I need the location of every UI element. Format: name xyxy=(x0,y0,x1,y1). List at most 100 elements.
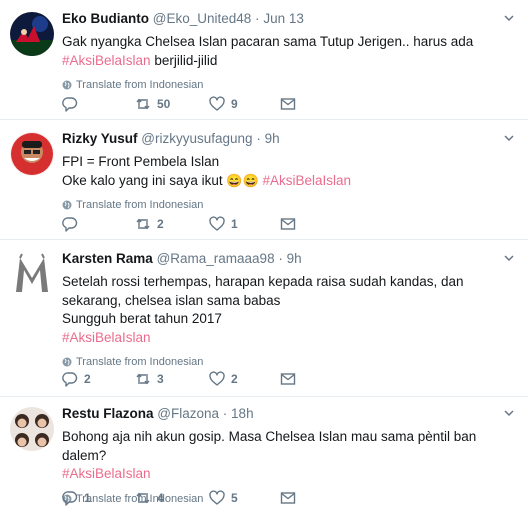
envelope-icon xyxy=(280,492,296,504)
translate-label: Translate from Indonesian xyxy=(76,79,204,92)
chevron-down-icon[interactable] xyxy=(504,13,514,23)
retweet-count: 2 xyxy=(157,217,164,231)
user-name[interactable]: Rizky Yusuf xyxy=(62,131,138,146)
reply-count: 2 xyxy=(84,372,91,386)
retweet-icon xyxy=(136,373,150,385)
envelope-icon xyxy=(280,218,296,230)
tweet-text-line: sekarang, chelsea islan sama babas xyxy=(62,292,281,308)
separator: · xyxy=(222,406,228,421)
retweet-icon xyxy=(136,492,150,504)
retweet-button[interactable]: 50 xyxy=(135,96,170,112)
tweet-text: FPI = Front Pembela Islan Oke kalo yang … xyxy=(62,153,516,190)
direct-message-button[interactable] xyxy=(280,490,302,506)
user-handle[interactable]: @Eko_United48 xyxy=(153,11,252,26)
tweet-actions: 1 4 5 xyxy=(62,490,362,506)
separator: · xyxy=(256,131,261,146)
translate-link[interactable]: Translate from Indonesian xyxy=(62,356,516,368)
tweet-content: Karsten Rama @Rama_ramaaa98 · 9h Setelah… xyxy=(62,251,516,368)
direct-message-button[interactable] xyxy=(280,216,302,232)
tweet-feed: Eko Budianto @Eko_United48 · Jun 13 Gak … xyxy=(0,0,528,518)
translate-link[interactable]: Translate from Indonesian xyxy=(62,199,516,211)
timestamp[interactable]: Jun 13 xyxy=(263,11,304,26)
user-name[interactable]: Karsten Rama xyxy=(62,251,153,266)
reply-button[interactable]: 2 xyxy=(62,371,91,387)
envelope-icon xyxy=(280,373,296,385)
tweet-header: Karsten Rama @Rama_ramaaa98 · 9h xyxy=(62,251,516,267)
tweet[interactable]: Rizky Yusuf @rizkyyusufagung · 9h FPI = … xyxy=(0,120,528,240)
tweet-text-line: Bohong aja nih akun gosip. Masa Chelsea … xyxy=(62,429,477,463)
avatar[interactable] xyxy=(10,12,54,56)
tweet[interactable]: Karsten Rama @Rama_ramaaa98 · 9h Setelah… xyxy=(0,240,528,397)
translate-label: Translate from Indonesian xyxy=(76,199,204,212)
hashtag-link[interactable]: #AksiBelaIslan xyxy=(62,329,516,348)
direct-message-button[interactable] xyxy=(280,371,302,387)
envelope-icon xyxy=(280,98,296,110)
tweet[interactable]: Eko Budianto @Eko_United48 · Jun 13 Gak … xyxy=(0,0,528,120)
tweet-text-fragment: berjilid-jilid xyxy=(150,52,218,68)
reply-button[interactable] xyxy=(62,96,84,112)
like-button[interactable]: 5 xyxy=(209,490,238,506)
timestamp[interactable]: 18h xyxy=(231,406,254,421)
user-handle[interactable]: @rizkyyusufagung xyxy=(141,131,252,146)
reply-icon xyxy=(62,372,78,387)
timestamp[interactable]: 9h xyxy=(287,251,302,266)
like-button[interactable]: 1 xyxy=(209,216,238,232)
retweet-button[interactable]: 2 xyxy=(135,216,164,232)
chevron-down-icon[interactable] xyxy=(504,253,514,263)
retweet-count: 3 xyxy=(157,372,164,386)
tweet-text-line: FPI = Front Pembela Islan xyxy=(62,154,220,169)
user-name[interactable]: Eko Budianto xyxy=(62,11,149,26)
avatar[interactable] xyxy=(10,132,54,176)
tweet[interactable]: Restu Flazona @Flazona · 18h Bohong aja … xyxy=(0,397,528,518)
tweet-text-line: #AksiBelaIslan berjilid-jilid xyxy=(62,52,516,71)
tweet-header: Restu Flazona @Flazona · 18h xyxy=(62,406,516,422)
tweet-header: Eko Budianto @Eko_United48 · Jun 13 xyxy=(62,11,516,27)
tweet-text-line: Setelah rossi terhempas, harapan kepada … xyxy=(62,274,464,289)
like-count: 5 xyxy=(231,491,238,505)
chevron-down-icon[interactable] xyxy=(504,408,514,418)
reply-icon xyxy=(62,217,78,232)
avatar[interactable] xyxy=(10,407,54,451)
translate-label: Translate from Indonesian xyxy=(76,356,204,369)
hashtag-link[interactable]: #AksiBelaIslan xyxy=(62,465,516,484)
tweet-actions: 2 3 2 xyxy=(62,371,362,387)
avatar[interactable] xyxy=(10,252,54,296)
heart-icon xyxy=(209,96,225,111)
reply-button[interactable]: 1 xyxy=(62,490,91,506)
globe-icon xyxy=(62,357,72,367)
timestamp[interactable]: 9h xyxy=(265,131,280,146)
tweet-text: Bohong aja nih akun gosip. Masa Chelsea … xyxy=(62,428,516,484)
direct-message-button[interactable] xyxy=(280,96,302,112)
tweet-header: Rizky Yusuf @rizkyyusufagung · 9h xyxy=(62,131,516,147)
tweet-actions: 2 1 xyxy=(62,216,362,232)
tweet-text-line: Sungguh berat tahun 2017 xyxy=(62,311,222,327)
heart-icon xyxy=(209,490,225,505)
user-handle[interactable]: @Flazona xyxy=(157,406,219,421)
reply-count: 1 xyxy=(84,491,91,505)
hashtag-link[interactable]: #AksiBelaIslan xyxy=(62,53,151,68)
retweet-icon xyxy=(136,218,150,230)
retweet-icon xyxy=(136,98,150,110)
separator: · xyxy=(255,11,260,26)
like-button[interactable]: 2 xyxy=(209,371,238,387)
like-button[interactable]: 9 xyxy=(209,96,238,112)
reply-button[interactable] xyxy=(62,216,84,232)
tweet-text: Gak nyangka Chelsea Islan pacaran sama T… xyxy=(62,33,516,70)
user-handle[interactable]: @Rama_ramaaa98 xyxy=(157,251,275,266)
heart-icon xyxy=(209,371,225,386)
translate-link[interactable]: Translate from Indonesian xyxy=(62,79,516,91)
tweet-text: Setelah rossi terhempas, harapan kepada … xyxy=(62,273,516,347)
tweet-actions: 50 9 xyxy=(62,96,362,112)
retweet-button[interactable]: 3 xyxy=(135,371,164,387)
grinning-emoji-icon: 😄😄 xyxy=(226,172,259,188)
retweet-button[interactable]: 4 xyxy=(135,490,164,506)
retweet-count: 4 xyxy=(157,491,164,505)
like-count: 2 xyxy=(231,372,238,386)
tweet-content: Eko Budianto @Eko_United48 · Jun 13 Gak … xyxy=(62,11,516,91)
chevron-down-icon[interactable] xyxy=(504,133,514,143)
hashtag-link[interactable]: #AksiBelaIslan xyxy=(262,173,351,188)
reply-icon xyxy=(62,491,78,506)
user-name[interactable]: Restu Flazona xyxy=(62,406,154,421)
tweet-text-line: Gak nyangka Chelsea Islan pacaran sama T… xyxy=(62,34,474,49)
globe-icon xyxy=(62,200,72,210)
